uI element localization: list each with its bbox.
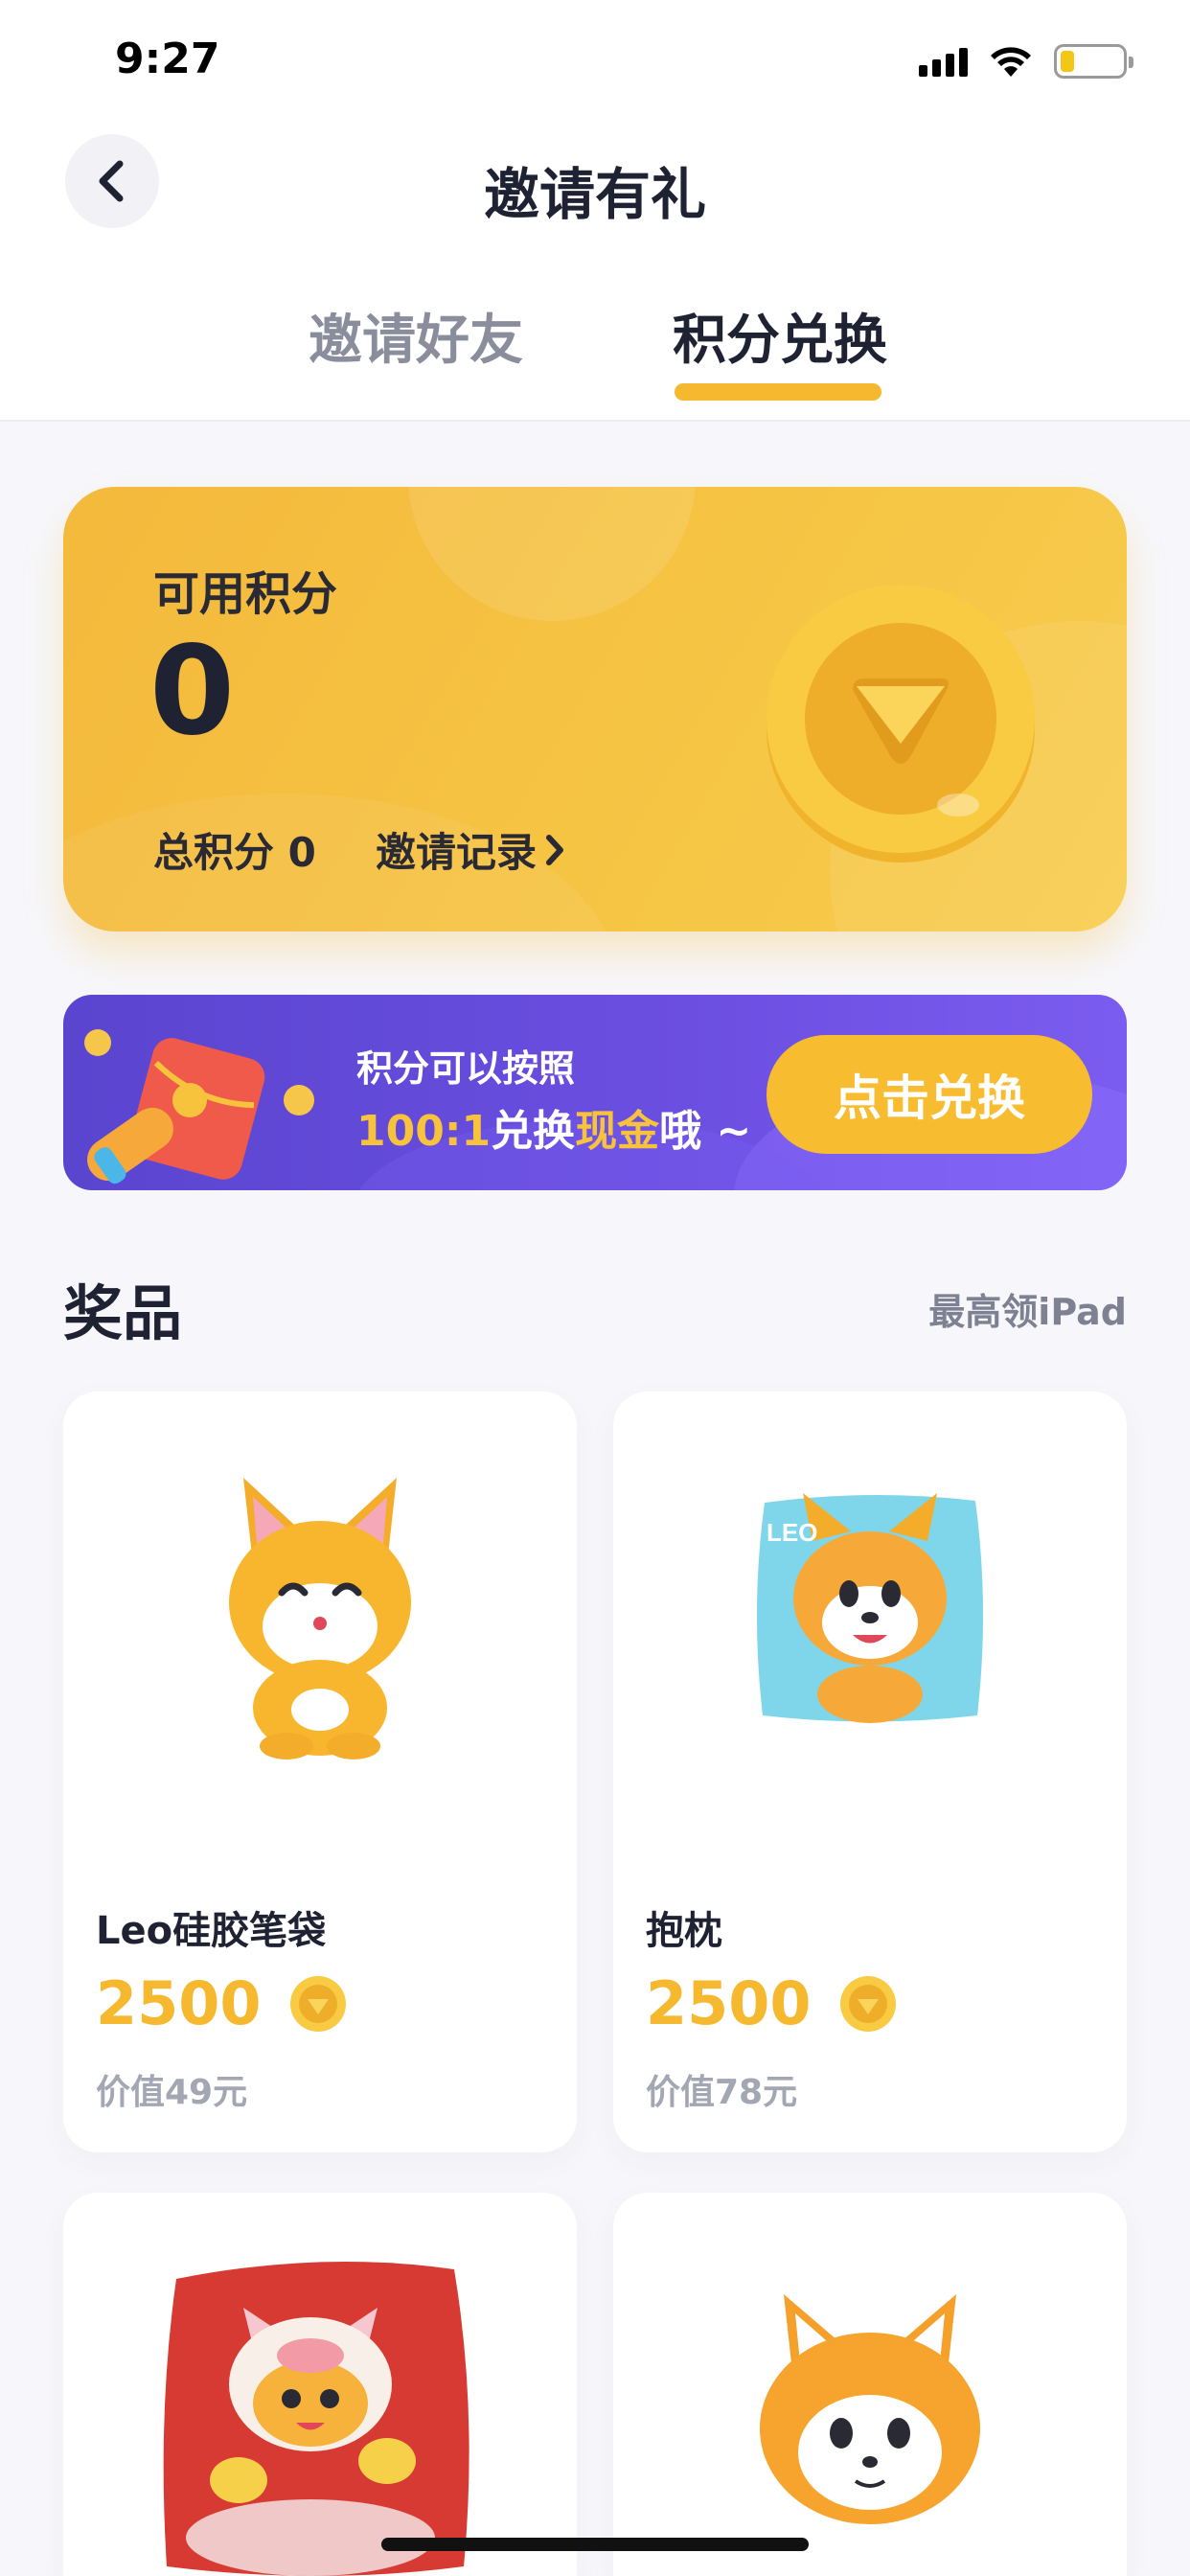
status-icons [919, 42, 1133, 80]
battery-icon [1054, 44, 1133, 79]
invite-records-label: 邀请记录 [376, 829, 538, 876]
prizes-subtitle: 最高领iPad [928, 1291, 1127, 1333]
prizes-title: 奖品 [63, 1278, 183, 1348]
fox-figure-image [229, 1478, 411, 1760]
chevron-right-icon [546, 834, 564, 865]
page-title: 邀请有礼 [483, 162, 706, 227]
invite-records-link[interactable]: 邀请记录 [376, 820, 565, 879]
banner-cash: 现金 [575, 1107, 660, 1156]
banner-exchange: 兑换 [491, 1107, 576, 1156]
prize-price-value: 2500 [646, 1968, 812, 2038]
points-card: 可用积分 0 总积分 0 邀请记录 [63, 487, 1127, 932]
prize-price: 2500 [646, 1968, 896, 2038]
red-pillow-image [163, 2262, 469, 2576]
tab-invite-friends[interactable]: 邀请好友 [309, 297, 523, 375]
fox-plush-image [760, 2294, 980, 2524]
megaphone-icon [84, 1029, 314, 1184]
prize-name: Leo硅胶笔袋 [96, 1909, 327, 1953]
home-indicator [381, 2538, 809, 2551]
status-time: 9:27 [115, 34, 220, 83]
exchange-button[interactable]: 点击兑换 [767, 1035, 1092, 1154]
coin-icon [767, 585, 1035, 862]
prize-name: 抱枕 [646, 1909, 722, 1953]
available-points-value: 0 [149, 620, 236, 763]
prize-card[interactable]: LEO 抱枕 2500 价值78元 [613, 1392, 1127, 2152]
banner-suffix: 哦 ~ [659, 1107, 752, 1156]
prize-worth: 价值78元 [646, 2073, 798, 2112]
tab-points-exchange[interactable]: 积分兑换 [673, 297, 887, 375]
banner-ratio: 100:1 [356, 1107, 492, 1156]
prize-card[interactable] [613, 2193, 1127, 2576]
prize-card[interactable]: Leo硅胶笔袋 2500 价值49元 [63, 1392, 577, 2152]
total-points: 总积分 0 [153, 829, 316, 876]
prize-price-value: 2500 [96, 1968, 262, 2038]
banner-line1: 积分可以按照 [356, 1047, 576, 1090]
signal-icon [919, 46, 968, 77]
banner-line2: 100:1兑换现金哦 ~ [356, 1096, 751, 1158]
prize-worth: 价值49元 [96, 2073, 248, 2112]
available-points-label: 可用积分 [153, 567, 338, 621]
pillow-image: LEO [756, 1493, 984, 1723]
svg-text:LEO: LEO [767, 1518, 817, 1547]
exchange-banner[interactable]: 积分可以按照 100:1兑换现金哦 ~ 点击兑换 [63, 995, 1127, 1190]
active-tab-indicator [675, 383, 881, 401]
coin-icon [289, 1975, 346, 2032]
wifi-icon [991, 47, 1031, 77]
coin-icon [839, 1975, 896, 2032]
prize-card[interactable] [63, 2193, 577, 2576]
prize-price: 2500 [96, 1968, 346, 2038]
